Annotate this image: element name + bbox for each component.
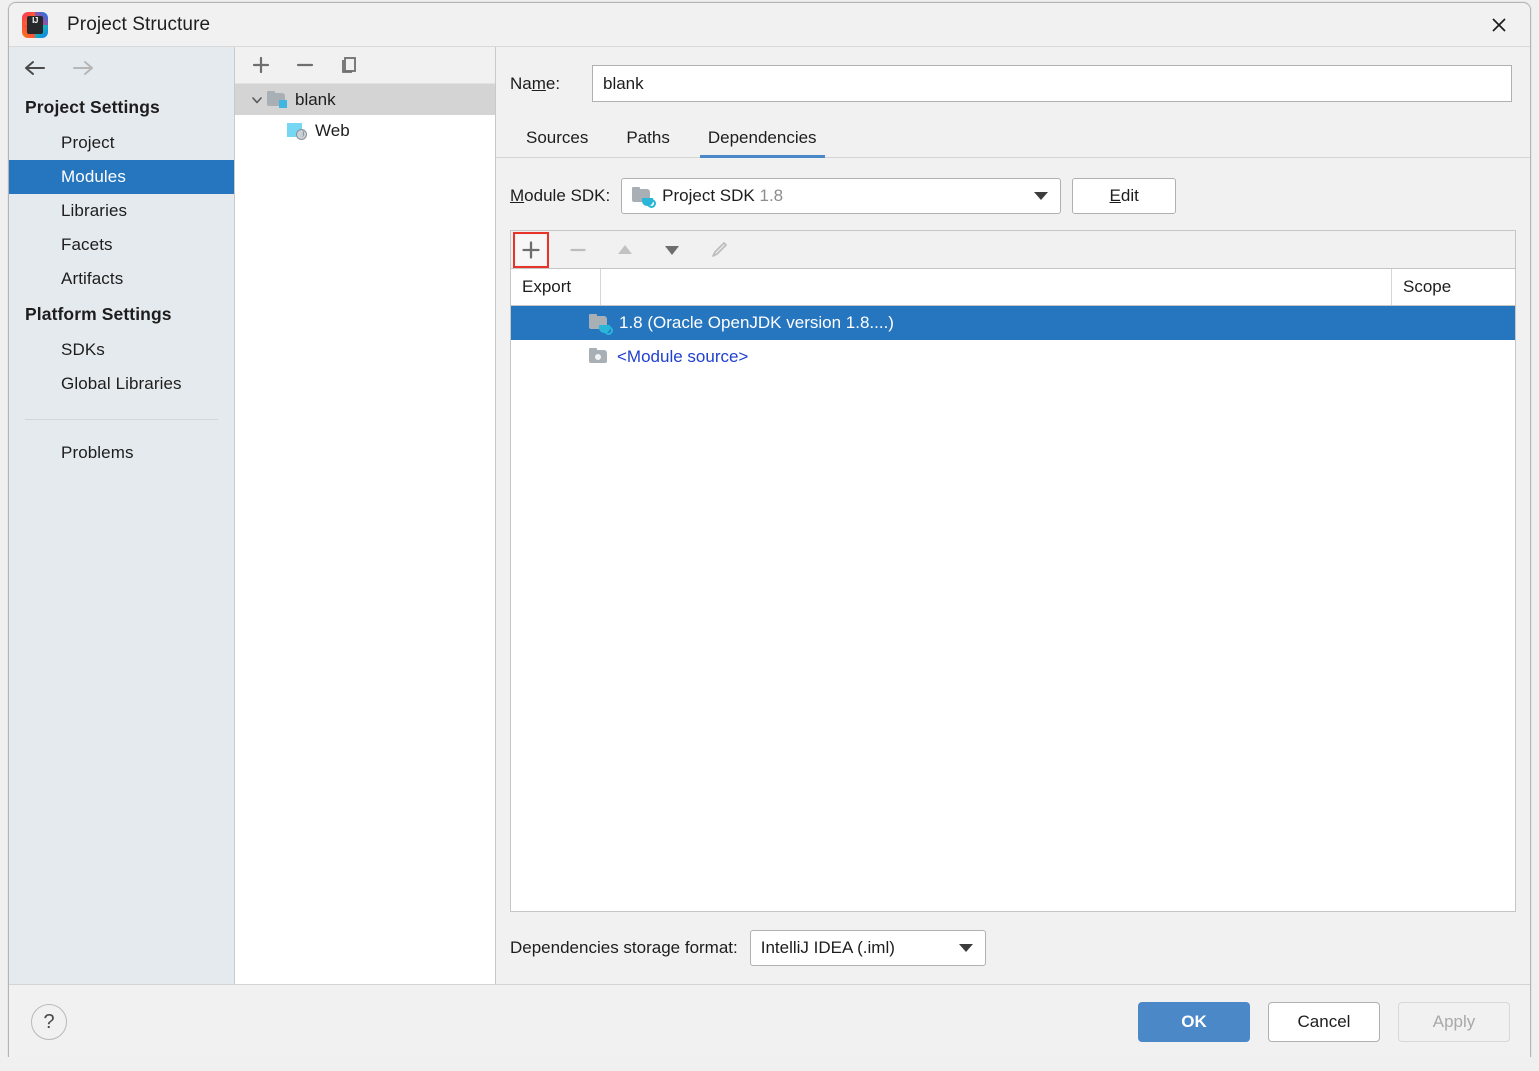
storage-format-dropdown[interactable]: IntelliJ IDEA (.iml) [749, 930, 986, 966]
tree-node-web[interactable]: Web [235, 115, 495, 146]
module-name-label: Name: [510, 73, 561, 93]
dependencies-table-header: Export Scope [511, 269, 1515, 306]
intellij-idea-logo-icon: IJ [22, 11, 48, 38]
storage-format-value: IntelliJ IDEA (.iml) [760, 938, 895, 957]
remove-module-button[interactable] [293, 53, 317, 77]
chevron-down-icon [1034, 192, 1049, 200]
sidebar-item-problems[interactable]: Problems [9, 436, 234, 470]
module-sdk-row: Module SDK: Project SDK 1.8 Edit [496, 158, 1530, 214]
tree-node-label: Web [315, 120, 350, 140]
apply-button[interactable]: Apply [1398, 1002, 1510, 1042]
module-sdk-dropdown[interactable]: Project SDK 1.8 [621, 178, 1062, 214]
module-sdk-value: Project SDK [662, 186, 755, 205]
sidebar-item-project[interactable]: Project [9, 126, 234, 160]
background-status-strip [0, 1057, 1539, 1071]
copy-module-button[interactable] [337, 53, 361, 77]
logo-text: IJ [32, 15, 38, 25]
dependencies-table: Export Scope 1.8 (Oracle OpenJDK version… [510, 268, 1516, 912]
tree-node-label: blank [295, 89, 336, 109]
sidebar-group-project-settings: Project Settings [25, 97, 160, 117]
move-up-button[interactable] [610, 235, 640, 265]
dependencies-toolbar [510, 230, 1516, 268]
sidebar-item-modules[interactable]: Modules [9, 160, 234, 194]
module-name-row: Name: blank [496, 47, 1530, 102]
close-icon [1492, 17, 1506, 32]
forward-button[interactable] [72, 58, 96, 78]
back-button[interactable] [24, 58, 48, 78]
arrow-right-icon [73, 61, 93, 75]
remove-dependency-button[interactable] [563, 235, 593, 265]
chevron-down-icon[interactable] [247, 93, 267, 107]
tab-dependencies[interactable]: Dependencies [699, 122, 825, 158]
module-source-icon [589, 348, 609, 366]
add-module-button[interactable] [249, 53, 273, 77]
minus-icon [570, 248, 586, 251]
sdk-folder-icon [632, 186, 657, 208]
sidebar-item-global-libraries[interactable]: Global Libraries [9, 367, 234, 401]
dialog-content: Project Settings Project Modules Librari… [9, 46, 1530, 984]
project-structure-dialog: IJ Project Structure Project Settings Pr… [8, 2, 1531, 1060]
sidebar-item-facets[interactable]: Facets [9, 228, 234, 262]
arrow-left-icon [25, 61, 45, 75]
module-editor-panel: Name: blank Sources Paths Dependencies M… [496, 47, 1530, 984]
settings-sidebar: Project Settings Project Modules Librari… [9, 47, 235, 984]
chevron-down-icon [958, 944, 973, 952]
edit-sdk-button[interactable]: Edit [1072, 178, 1177, 214]
add-dependency-button[interactable] [513, 231, 549, 268]
help-button[interactable]: ? [31, 1004, 67, 1040]
table-row[interactable]: 1.8 (Oracle OpenJDK version 1.8....) [511, 306, 1515, 340]
tab-sources[interactable]: Sources [522, 122, 592, 157]
window-title: Project Structure [67, 13, 211, 35]
arrow-up-icon [618, 244, 632, 254]
dependency-label: <Module source> [617, 347, 749, 366]
module-name-input[interactable]: blank [592, 65, 1512, 102]
sdk-folder-icon [589, 313, 613, 335]
copy-icon [342, 57, 356, 73]
module-tree-toolbar [235, 47, 495, 84]
column-header-scope[interactable]: Scope [1392, 269, 1515, 305]
close-button[interactable] [1468, 3, 1530, 46]
column-header-export[interactable]: Export [511, 269, 601, 305]
tab-paths[interactable]: Paths [622, 122, 673, 157]
web-facet-icon [287, 122, 307, 140]
tree-node-blank[interactable]: blank [235, 84, 495, 115]
plus-icon [252, 56, 270, 74]
ok-button[interactable]: OK [1138, 1002, 1250, 1042]
arrow-down-icon [665, 245, 679, 255]
storage-format-label: Dependencies storage format: [510, 938, 738, 957]
navigation-arrows [9, 47, 234, 89]
sidebar-item-libraries[interactable]: Libraries [9, 194, 234, 228]
dependencies-table-body: 1.8 (Oracle OpenJDK version 1.8....) <Mo… [511, 306, 1515, 911]
pencil-icon [712, 241, 727, 257]
dialog-footer: ? OK Cancel Apply [9, 984, 1530, 1059]
sidebar-divider [25, 419, 218, 420]
title-bar: IJ Project Structure [9, 3, 1530, 46]
module-tree-panel: blank Web [235, 47, 496, 984]
question-mark-icon: ? [43, 1010, 55, 1033]
module-folder-icon [267, 91, 287, 108]
sidebar-item-sdks[interactable]: SDKs [9, 333, 234, 367]
module-tree: blank Web [235, 84, 495, 984]
edit-dependency-button[interactable] [704, 235, 734, 265]
module-tabs: Sources Paths Dependencies [496, 122, 1530, 158]
table-row[interactable]: <Module source> [511, 340, 1515, 374]
plus-icon [522, 240, 540, 259]
dependency-label: 1.8 (Oracle OpenJDK version 1.8....) [619, 313, 894, 332]
minus-icon [296, 63, 314, 67]
move-down-button[interactable] [657, 235, 687, 265]
sidebar-group-platform-settings: Platform Settings [25, 304, 172, 324]
cancel-button[interactable]: Cancel [1268, 1002, 1380, 1042]
storage-format-row: Dependencies storage format: IntelliJ ID… [496, 912, 1530, 984]
module-sdk-label: Module SDK: [510, 186, 611, 205]
sidebar-item-artifacts[interactable]: Artifacts [9, 262, 234, 296]
column-header-name[interactable] [601, 269, 1392, 305]
module-sdk-version: 1.8 [759, 186, 784, 205]
